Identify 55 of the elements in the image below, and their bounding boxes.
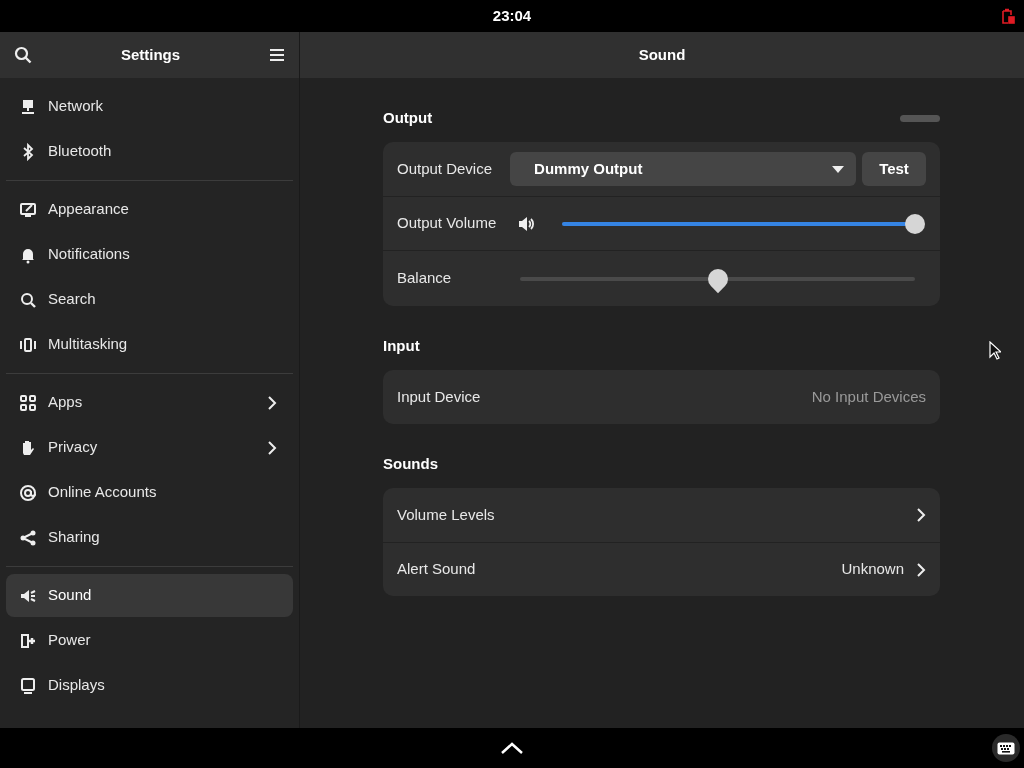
sidebar-item[interactable]: Bluetooth [6,130,293,173]
sidebar-item[interactable]: Online Accounts [6,471,293,514]
display-icon [19,676,37,695]
sidebar-item[interactable]: Network [6,85,293,128]
chevron-right-icon [916,561,926,578]
multitask-icon [19,335,37,354]
list-row[interactable]: Alert Sound Unknown [383,542,940,596]
row-label: Alert Sound [397,559,476,580]
row-value: Unknown [841,559,904,580]
dropdown-arrow-icon [832,165,844,173]
sidebar-item[interactable]: Notifications [6,233,293,276]
speaker-icon [518,215,537,232]
row-label: Input Device [397,386,481,407]
clock[interactable]: 23:04 [492,4,532,28]
chevron-right-icon [916,507,926,523]
battery-icon[interactable] [1001,8,1015,25]
sidebar-item[interactable]: Appearance [6,188,293,231]
appearance-icon [19,200,37,219]
row-value: No Input Devices [811,386,926,407]
row-label: Output Device [397,158,493,179]
at-icon [19,483,37,502]
keyboard-icon [997,741,1015,755]
page-title: Sound [638,44,686,65]
section-title: Sounds [383,453,438,474]
menu-icon[interactable] [269,48,285,62]
loading-indicator [900,114,940,122]
sidebar-item[interactable]: Sharing [6,516,293,559]
sidebar-item[interactable]: Apps [6,381,293,424]
search-icon[interactable] [14,46,32,64]
chevron-right-icon [267,394,277,411]
row-label: Output Volume [397,213,497,234]
chevron-up-icon[interactable] [500,741,524,755]
sidebar-item[interactable]: Multitasking [6,323,293,366]
test-button[interactable]: Test [862,152,926,186]
sidebar-item[interactable]: Power [6,619,293,662]
keyboard-button[interactable] [992,734,1020,762]
list-row[interactable]: Volume Levels [383,488,940,542]
sidebar-item[interactable]: Displays [6,664,293,707]
sidebar-item[interactable]: Sound [6,574,293,617]
network-icon [19,97,37,116]
sidebar-item[interactable]: Search [6,278,293,321]
search-icon [19,290,37,309]
chevron-right-icon [267,439,277,456]
power-icon [19,631,37,650]
output-device-dropdown[interactable]: Dummy Output [510,152,856,186]
apps-icon [19,393,37,412]
sidebar-item[interactable]: Privacy [6,426,293,469]
mouse-pointer-icon [989,341,1001,360]
row-label: Volume Levels [397,504,495,525]
sidebar-title: Settings [120,44,181,65]
section-title: Output [383,107,433,128]
share-icon [19,528,37,547]
slider-thumb[interactable] [905,213,926,234]
row-label: Balance [397,268,452,289]
section-title: Input [383,335,420,356]
